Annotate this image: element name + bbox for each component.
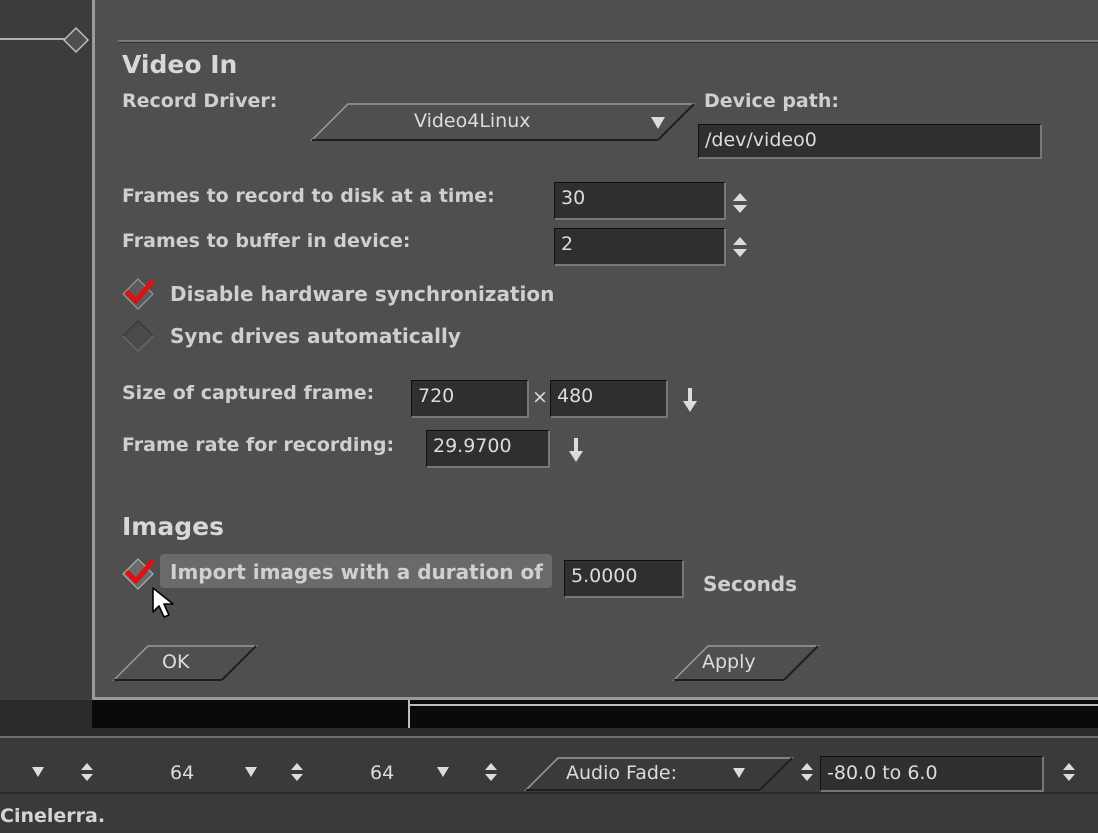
frames-to-disk-stepper[interactable]: [732, 192, 748, 214]
chevron-down-icon[interactable]: [31, 766, 45, 778]
import-duration-field[interactable]: 5.0000: [564, 560, 684, 598]
track-canvas-topline: [410, 704, 1098, 706]
capture-width-field[interactable]: 720: [411, 380, 529, 418]
capture-size-label: Size of captured frame:: [122, 382, 375, 404]
dialog-section-divider: [118, 40, 1098, 43]
frames-to-disk-field[interactable]: 30: [554, 182, 726, 220]
frame-rate-field[interactable]: 29.9700: [426, 430, 550, 468]
status-text: Cinelerra.: [0, 805, 106, 827]
up-down-arrows-icon[interactable]: [80, 762, 94, 782]
record-driver-value: Video4Linux: [414, 110, 531, 132]
disable-hw-sync-checkbox[interactable]: [120, 276, 156, 312]
times-symbol: ×: [532, 386, 548, 408]
audio-fade-label: Audio Fade:: [566, 762, 678, 784]
images-heading: Images: [122, 512, 224, 541]
checked-checkmark-icon: [122, 278, 155, 310]
sync-drives-checkbox[interactable]: [120, 318, 156, 354]
chevron-down-icon: [733, 768, 745, 778]
device-path-field[interactable]: /dev/video0: [698, 124, 1042, 159]
status-bar: [0, 794, 1098, 833]
timeline-marker-icon: [62, 26, 90, 54]
chevron-down-icon[interactable]: [436, 766, 450, 778]
frames-to-buffer-label: Frames to buffer in device:: [122, 230, 411, 252]
toolbar-value-1: 64: [170, 762, 195, 784]
frame-rate-label: Frame rate for recording:: [122, 434, 395, 456]
fade-range-field[interactable]: -80.0 to 6.0: [820, 756, 1044, 792]
chevron-down-icon: [651, 117, 665, 129]
device-path-label: Device path:: [704, 90, 839, 112]
up-down-arrows-icon: [733, 193, 747, 213]
record-driver-dropdown[interactable]: Video4Linux: [310, 102, 695, 142]
frames-to-disk-label: Frames to record to disk at a time:: [122, 185, 495, 207]
up-down-arrows-icon[interactable]: [800, 762, 814, 782]
mouse-cursor-icon: [152, 587, 174, 618]
up-down-arrows-icon[interactable]: [1062, 762, 1076, 782]
chevron-down-icon[interactable]: [244, 766, 258, 778]
apply-label: Apply: [702, 651, 756, 673]
up-down-arrows-icon[interactable]: [290, 762, 304, 782]
frame-rate-presets-arrow-icon[interactable]: [568, 436, 584, 464]
record-driver-label: Record Driver:: [122, 90, 278, 112]
apply-button[interactable]: Apply: [672, 644, 820, 682]
unchecked-diamond-icon: [122, 320, 154, 352]
frames-to-buffer-stepper[interactable]: [732, 236, 748, 258]
toolbar-value-2: 64: [370, 762, 395, 784]
ok-label: OK: [162, 651, 190, 673]
audio-fade-dropdown[interactable]: Audio Fade:: [524, 756, 794, 792]
ok-button[interactable]: OK: [112, 644, 258, 682]
size-presets-arrow-icon[interactable]: [682, 386, 698, 414]
disable-hw-sync-label[interactable]: Disable hardware synchronization: [170, 282, 554, 306]
up-down-arrows-icon: [733, 237, 747, 257]
capture-height-field[interactable]: 480: [550, 380, 668, 418]
video-in-heading: Video In: [122, 50, 238, 79]
seconds-label: Seconds: [703, 572, 798, 596]
up-down-arrows-icon[interactable]: [484, 762, 498, 782]
background-track-line: [0, 38, 70, 40]
sync-drives-label[interactable]: Sync drives automatically: [170, 324, 461, 348]
import-images-label[interactable]: Import images with a duration of: [170, 560, 543, 584]
frames-to-buffer-field[interactable]: 2: [554, 228, 726, 266]
